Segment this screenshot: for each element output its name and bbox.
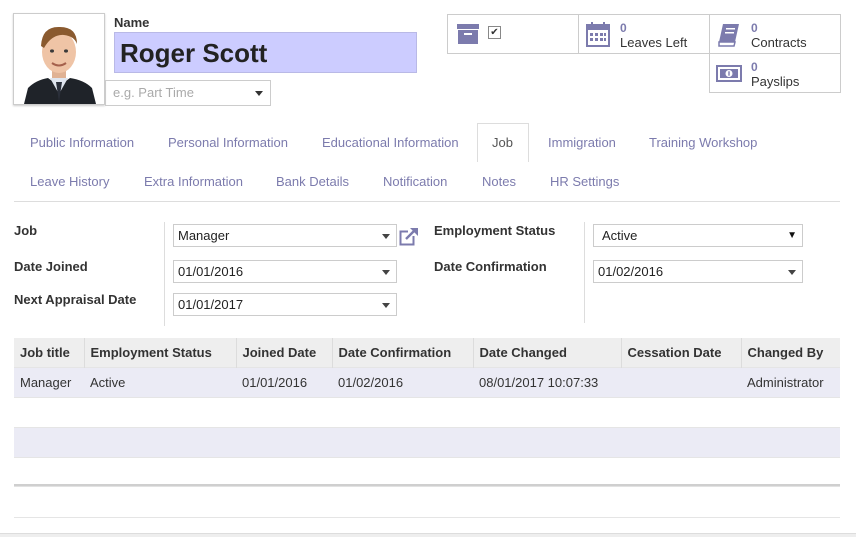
- date-joined-value: 01/01/2016: [178, 264, 244, 279]
- chevron-down-icon: [382, 303, 390, 308]
- tabs-divider: [14, 201, 840, 202]
- tab-public-information[interactable]: Public Information: [30, 135, 134, 150]
- chevron-down-icon: [382, 270, 390, 275]
- date-joined-field[interactable]: 01/01/2016: [173, 260, 397, 283]
- column-header[interactable]: Employment Status: [83, 338, 236, 368]
- table-row[interactable]: Manager Active 01/01/2016 01/02/2016 08/…: [14, 367, 840, 398]
- tab-personal-information[interactable]: Personal Information: [168, 135, 288, 150]
- tab-training-workshop[interactable]: Training Workshop: [649, 135, 757, 150]
- tab-notification[interactable]: Notification: [383, 174, 447, 189]
- tab-bank-details[interactable]: Bank Details: [276, 174, 349, 189]
- next-appraisal-field[interactable]: 01/01/2017: [173, 293, 397, 316]
- employment-status-value: Active: [602, 228, 638, 243]
- date-confirmation-value: 01/02/2016: [598, 264, 664, 279]
- contracts-button[interactable]: 0 Contracts: [709, 14, 841, 54]
- table-footer-rule: [14, 484, 840, 487]
- table-cell: 01/02/2016: [332, 367, 473, 398]
- tab-job[interactable]: Job: [492, 135, 513, 150]
- tab-notes[interactable]: Notes: [482, 174, 516, 189]
- form-separator: [164, 222, 165, 326]
- name-label: Name: [114, 15, 150, 30]
- category-tag-placeholder: e.g. Part Time: [113, 85, 194, 100]
- table-cell: Active: [84, 367, 236, 398]
- archive-box-icon: [457, 24, 479, 44]
- next-appraisal-label: Next Appraisal Date: [14, 292, 137, 307]
- employment-status-label: Employment Status: [434, 223, 556, 238]
- column-header[interactable]: Cessation Date: [620, 338, 741, 368]
- tab-educational-information[interactable]: Educational Information: [322, 135, 459, 150]
- column-header[interactable]: Date Changed: [472, 338, 621, 368]
- job-label: Job: [14, 223, 38, 238]
- column-header[interactable]: Changed By: [740, 338, 840, 368]
- money-bill-icon: [716, 65, 742, 82]
- column-header[interactable]: Date Confirmation: [331, 338, 473, 368]
- payslips-label: Payslips: [751, 74, 800, 89]
- form-separator-right: [584, 222, 585, 323]
- tab-immigration[interactable]: Immigration: [548, 135, 616, 150]
- leaves-count: 0: [620, 21, 627, 35]
- contracts-label: Contracts: [751, 35, 807, 50]
- date-joined-label: Date Joined: [14, 259, 88, 274]
- job-select[interactable]: Manager: [173, 224, 397, 247]
- archive-checkbox[interactable]: ✔: [488, 26, 501, 39]
- book-icon: [718, 24, 739, 47]
- avatar-photo: [14, 14, 104, 104]
- job-value: Manager: [178, 228, 230, 243]
- category-tag-select[interactable]: e.g. Part Time: [105, 80, 271, 106]
- table-header-row: Job title Employment Status Joined Date …: [14, 338, 840, 368]
- tab-leave-history[interactable]: Leave History: [30, 174, 109, 189]
- column-header[interactable]: Job title: [14, 338, 84, 368]
- table-cell: 08/01/2017 10:07:33: [473, 367, 621, 398]
- date-confirmation-label: Date Confirmation: [434, 259, 547, 274]
- leaves-left-button[interactable]: 0 Leaves Left: [578, 14, 710, 54]
- tab-extra-information[interactable]: Extra Information: [144, 174, 243, 189]
- payslips-count: 0: [751, 60, 758, 74]
- tab-hr-settings[interactable]: HR Settings: [550, 174, 619, 189]
- column-header[interactable]: Joined Date: [235, 338, 332, 368]
- empty-table-row: [14, 397, 840, 428]
- employee-avatar[interactable]: [13, 13, 105, 105]
- chevron-down-icon: [788, 270, 796, 275]
- contracts-count: 0: [751, 21, 758, 35]
- payslips-button[interactable]: 0 Payslips: [709, 53, 841, 93]
- leaves-label: Leaves Left: [620, 35, 688, 50]
- date-confirmation-field[interactable]: 01/02/2016: [593, 260, 803, 283]
- dropdown-arrow-icon: ▼: [787, 230, 797, 241]
- job-history-table: Job title Employment Status Joined Date …: [14, 338, 840, 487]
- external-link-icon[interactable]: [399, 227, 419, 246]
- table-bottom-rule: [14, 517, 840, 518]
- employee-name-input[interactable]: Roger Scott: [114, 32, 417, 73]
- table-cell: Administrator: [741, 367, 840, 398]
- chevron-down-icon: [382, 234, 390, 239]
- calendar-icon: [586, 22, 610, 47]
- empty-table-row: [14, 427, 840, 458]
- table-cell: [621, 367, 741, 398]
- employment-status-select[interactable]: Active ▼: [593, 224, 803, 247]
- next-appraisal-value: 01/01/2017: [178, 297, 244, 312]
- archive-toggle-button[interactable]: ✔: [447, 14, 579, 54]
- empty-table-row: [14, 457, 840, 487]
- sheet-bottom-edge: [0, 533, 856, 537]
- table-cell: Manager: [14, 367, 84, 398]
- table-cell: 01/01/2016: [236, 367, 332, 398]
- chevron-down-icon: [255, 91, 263, 96]
